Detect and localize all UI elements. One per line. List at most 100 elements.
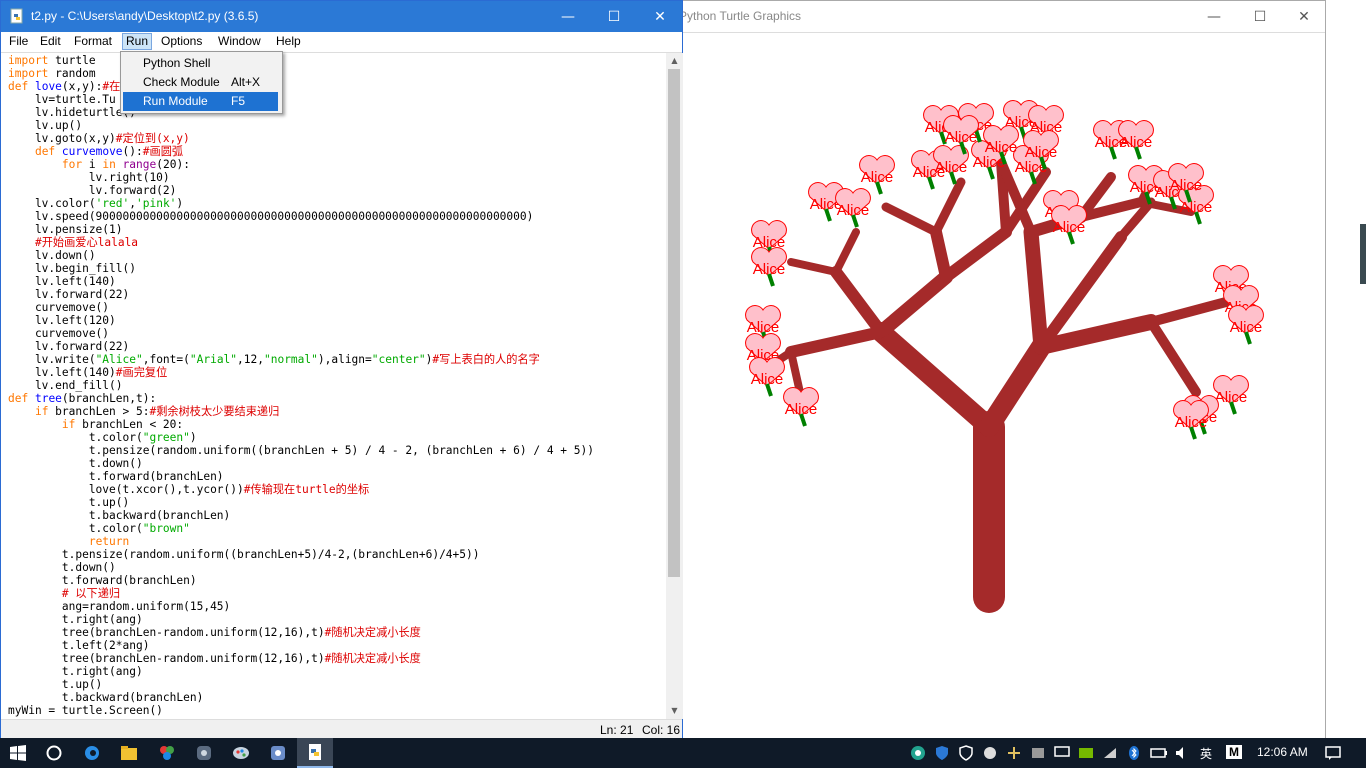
turtle-graphics-window[interactable]: Python Turtle Graphics — ☐ ✕ Alice Alice A… [640, 0, 1326, 739]
code-token: if [61, 418, 76, 431]
code-line: if branchLen > 5:#剩余树枝太少要结束递归 [8, 405, 279, 418]
heart-label: Alice [1053, 219, 1086, 236]
code-editor[interactable]: import turtle import random def love(x,y):… [1, 53, 666, 719]
code-token: # 以下递归 [61, 587, 121, 600]
code-line: t.down() [8, 561, 116, 574]
tray-defender-icon[interactable] [958, 745, 974, 764]
code-token: tree(branchLen-random.uniform(12,16),t) [8, 626, 325, 639]
tree-branch [931, 177, 966, 237]
code-token: lv.hideturtle() [8, 106, 136, 119]
code-token: lv.goto(x,y) [8, 132, 116, 145]
editor-title-bar[interactable]: t2.py - C:\Users\andy\Desktop\t2.py (3.6… [1, 1, 682, 32]
code-token: t.pensize(random.uniform((branchLen+5)/4… [8, 548, 480, 561]
heart: Alice [749, 357, 785, 397]
python-app-icon[interactable] [186, 738, 222, 768]
file-explorer-icon[interactable] [111, 738, 147, 768]
tray-battery-icon[interactable] [1150, 745, 1168, 764]
idle-python-taskbar-icon[interactable] [297, 738, 333, 768]
tree-branch [930, 226, 952, 283]
menu-format[interactable]: Format [71, 34, 115, 49]
code-token: t.up() [8, 496, 130, 509]
menu-file[interactable]: File [6, 34, 31, 49]
code-token: t.forward(branchLen) [8, 470, 224, 483]
tray-monitor-icon[interactable] [1054, 745, 1070, 764]
scroll-up-icon[interactable]: ▲ [666, 53, 683, 69]
tray-volume-icon[interactable] [1174, 745, 1190, 764]
tree-branch [874, 270, 953, 339]
maximize-button[interactable]: ☐ [1237, 1, 1283, 32]
code-token: lv.speed(9000000000000000000000000000000… [8, 210, 534, 223]
color-app-icon[interactable] [149, 738, 185, 768]
menu-help[interactable]: Help [273, 34, 304, 49]
code-token: i [82, 158, 103, 171]
turtle-title-bar[interactable]: Python Turtle Graphics — ☐ ✕ [641, 1, 1325, 32]
code-token: ) [189, 431, 197, 444]
code-token: ),align= [317, 353, 372, 366]
close-button[interactable]: ✕ [1281, 1, 1327, 32]
menu-window[interactable]: Window [215, 34, 264, 49]
ime-mode[interactable]: M [1226, 745, 1242, 759]
idle-editor-window[interactable]: t2.py - C:\Users\andy\Desktop\t2.py (3.6… [0, 0, 683, 739]
scrollbar-thumb[interactable] [668, 69, 680, 577]
turtle-canvas[interactable]: Alice Alice Alice Alice Alice Alice Alice Alice… [641, 32, 1325, 739]
code-line: lv.begin_fill() [8, 262, 136, 275]
code-token: curvemove() [8, 301, 110, 314]
windows-start-icon[interactable] [0, 738, 36, 768]
minimize-button[interactable]: — [1191, 1, 1237, 32]
desktop-edge [1326, 0, 1366, 738]
code-line: lv=turtle.Tu [8, 93, 116, 106]
tree-branch [830, 266, 887, 338]
close-button[interactable]: ✕ [637, 1, 683, 32]
menu-run[interactable]: Run [122, 33, 153, 50]
tray-bluetooth-icon[interactable] [1126, 745, 1142, 764]
code-token: def [8, 80, 29, 93]
code-token: lv.pensize(1) [8, 223, 123, 236]
menu-bar: File Edit Format Run Options Window Help [1, 32, 682, 53]
code-token: "normal" [263, 353, 318, 366]
vertical-scrollbar[interactable]: ▲ ▼ [666, 53, 683, 719]
run-module-label: Run Module [143, 94, 208, 108]
code-line: def curvemove():#画圆弧 [8, 145, 183, 158]
tray-nvidia-icon[interactable] [1078, 745, 1094, 764]
network-app-icon[interactable] [260, 738, 296, 768]
tree-branch [871, 322, 999, 437]
check-module-accel: Alt+X [231, 75, 261, 89]
tray-cleaner-icon[interactable] [910, 745, 926, 764]
code-line: curvemove() [8, 301, 109, 314]
paint-app-icon[interactable] [223, 738, 259, 768]
code-token: lv.down() [8, 249, 96, 262]
code-token: "green" [142, 431, 190, 444]
check-module-label: Check Module [143, 75, 220, 89]
code-line: myWin = turtle.Screen() [8, 704, 163, 717]
code-token: lv.left(120) [8, 314, 116, 327]
run-menu-dropdown: Python Shell Check Module Alt+X Run Modu… [120, 51, 283, 114]
tray-wifi-icon[interactable] [1102, 745, 1118, 764]
notification-icon[interactable] [1325, 745, 1341, 764]
tray-plus-icon[interactable] [1006, 745, 1022, 764]
clock[interactable]: 12:06 AM [1257, 745, 1308, 759]
edge-browser-icon[interactable] [74, 738, 110, 768]
heart-label: Alice [1120, 134, 1153, 151]
menu-item-run-module[interactable]: Run Module F5 [123, 92, 278, 111]
code-token: #定位到(x,y) [115, 132, 190, 145]
tray-drive-icon[interactable] [1030, 745, 1046, 764]
menu-item-python-shell[interactable]: Python Shell [123, 54, 278, 73]
code-line: tree(branchLen-random.uniform(12,16),t)#… [8, 652, 421, 665]
tray-app-icon[interactable] [982, 745, 998, 764]
input-language[interactable]: 英 [1200, 745, 1212, 762]
code-token: turtle [48, 54, 96, 67]
tray-shield-icon[interactable] [934, 745, 950, 764]
scroll-down-icon[interactable]: ▼ [666, 703, 683, 719]
menu-edit[interactable]: Edit [37, 34, 64, 49]
heart-label: Alice [751, 371, 784, 388]
maximize-button[interactable]: ☐ [591, 1, 637, 32]
minimize-button[interactable]: — [545, 1, 591, 32]
cortana-icon[interactable] [36, 738, 72, 768]
code-line: lv.down() [8, 249, 96, 262]
menu-item-check-module[interactable]: Check Module Alt+X [123, 73, 278, 92]
menu-options[interactable]: Options [158, 34, 205, 49]
